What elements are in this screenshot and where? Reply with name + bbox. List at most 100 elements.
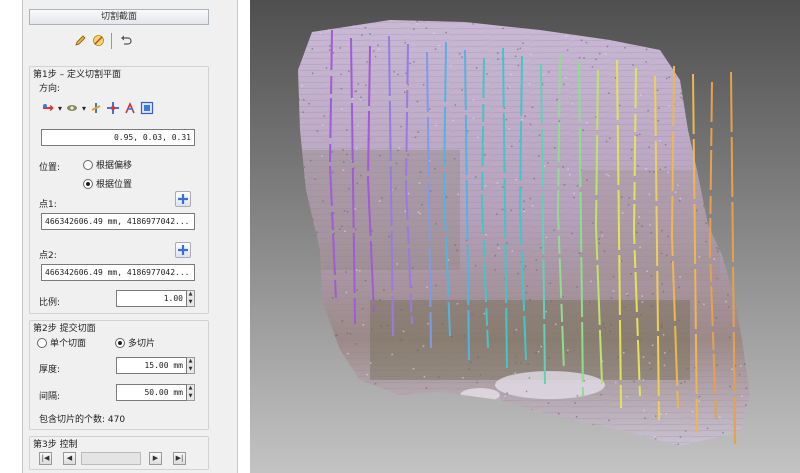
point-speck (457, 193, 460, 196)
point-speck (507, 87, 509, 89)
down-arrow-icon[interactable]: ▼ (187, 299, 194, 307)
stepper-arrows[interactable]: ▲ ▼ (187, 384, 195, 401)
spacing-value[interactable]: 50.00 mm (116, 384, 187, 401)
point-speck (339, 26, 341, 29)
radio-by-offset[interactable]: 根据偏移 (83, 158, 132, 171)
prev-button[interactable]: ◀ (63, 452, 76, 465)
axis-y-icon[interactable] (65, 101, 79, 115)
point-speck (352, 97, 354, 100)
edit-icon[interactable] (73, 33, 87, 47)
point-speck (395, 162, 398, 165)
radio-by-position[interactable]: 根据位置 (83, 177, 132, 190)
point-speck (360, 96, 362, 99)
first-button[interactable]: |◀ (39, 452, 52, 465)
radio-dot[interactable] (83, 159, 93, 170)
point-speck (309, 421, 312, 423)
radio-dot[interactable] (37, 337, 47, 348)
point-speck (522, 42, 524, 44)
crosshair-icon[interactable] (106, 101, 120, 115)
point-speck (610, 297, 613, 299)
point-speck (745, 167, 747, 169)
axis-x-icon[interactable] (41, 101, 55, 115)
stepper-arrows[interactable]: ▲ ▼ (187, 357, 195, 374)
point-speck (668, 105, 671, 107)
point-speck (556, 28, 558, 31)
point-speck (612, 290, 615, 292)
point-speck (428, 108, 431, 110)
point-speck (576, 286, 578, 288)
point-speck (662, 334, 665, 336)
point-speck (556, 98, 558, 101)
scale-stepper[interactable]: 1.00 ▲ ▼ (116, 290, 195, 307)
point-speck (745, 387, 748, 389)
point-speck (453, 427, 455, 430)
dropdown-arrow-icon[interactable]: ▾ (58, 104, 62, 113)
point-speck (298, 98, 300, 101)
up-arrow-icon[interactable]: ▲ (187, 385, 194, 393)
point-speck (706, 427, 709, 430)
scale-value[interactable]: 1.00 (116, 290, 187, 307)
next-button[interactable]: ▶ (149, 452, 162, 465)
point-speck (476, 396, 478, 398)
point-speck (638, 216, 640, 218)
point-speck (531, 409, 533, 411)
radio-single-slice[interactable]: 单个切面 (37, 336, 86, 349)
point-speck (316, 231, 318, 233)
point-speck (591, 66, 594, 68)
point-speck (713, 258, 716, 260)
point-speck (549, 282, 552, 284)
up-arrow-icon[interactable]: ▲ (187, 358, 194, 366)
last-button[interactable]: ▶| (173, 452, 186, 465)
point-speck (346, 153, 348, 156)
point-speck (640, 314, 642, 316)
point-speck (592, 222, 594, 224)
down-arrow-icon[interactable]: ▼ (187, 393, 194, 401)
undo-icon[interactable] (118, 33, 132, 47)
point-speck (375, 386, 378, 389)
scale-label: 比例: (39, 298, 61, 308)
direction-field[interactable]: 0.95, 0.03, 0.31 (41, 129, 195, 146)
slice-slider[interactable] (81, 452, 141, 465)
point1-field[interactable]: 466342606.49 mm, 4186977042... (41, 213, 195, 230)
thickness-stepper[interactable]: 15.00 mm ▲ ▼ (116, 357, 195, 374)
point-speck (298, 358, 300, 360)
dropdown-arrow-icon[interactable]: ▾ (82, 104, 86, 113)
pick-icon[interactable] (123, 101, 137, 115)
pick-point2-button[interactable] (175, 242, 191, 258)
point-speck (574, 402, 576, 404)
spacing-stepper[interactable]: 50.00 mm ▲ ▼ (116, 384, 195, 401)
point-speck (734, 120, 736, 122)
clear-icon[interactable] (91, 33, 105, 47)
down-arrow-icon[interactable]: ▼ (187, 366, 194, 374)
point-speck (641, 225, 643, 227)
prev-icon: ◀ (66, 454, 73, 462)
point-speck (565, 35, 567, 37)
point-speck (479, 374, 482, 376)
point2-field[interactable]: 466342606.49 mm, 4186977042... (41, 264, 195, 281)
point-speck (755, 293, 757, 295)
radio-dot-selected[interactable] (83, 178, 93, 189)
point-speck (631, 149, 633, 151)
point-speck (526, 431, 529, 433)
up-arrow-icon[interactable]: ▲ (187, 291, 194, 299)
point-speck (642, 379, 645, 381)
radio-multi-slice[interactable]: 多切片 (115, 336, 155, 349)
3d-viewport[interactable] (250, 0, 800, 473)
axis-z-icon[interactable] (89, 101, 103, 115)
view-icon[interactable] (140, 101, 154, 115)
point-speck (354, 208, 356, 210)
point-speck (292, 118, 294, 120)
point-cloud[interactable] (250, 0, 800, 473)
point-speck (422, 394, 424, 397)
thickness-value[interactable]: 15.00 mm (116, 357, 187, 374)
point-speck (303, 281, 305, 284)
point-speck (526, 285, 528, 287)
point-speck (471, 313, 473, 316)
point-speck (299, 166, 301, 168)
point-speck (470, 423, 472, 425)
stepper-arrows[interactable]: ▲ ▼ (187, 290, 195, 307)
point-speck (661, 324, 663, 326)
pick-point1-button[interactable] (175, 191, 191, 207)
point-speck (695, 57, 697, 60)
radio-dot-selected[interactable] (115, 337, 125, 348)
